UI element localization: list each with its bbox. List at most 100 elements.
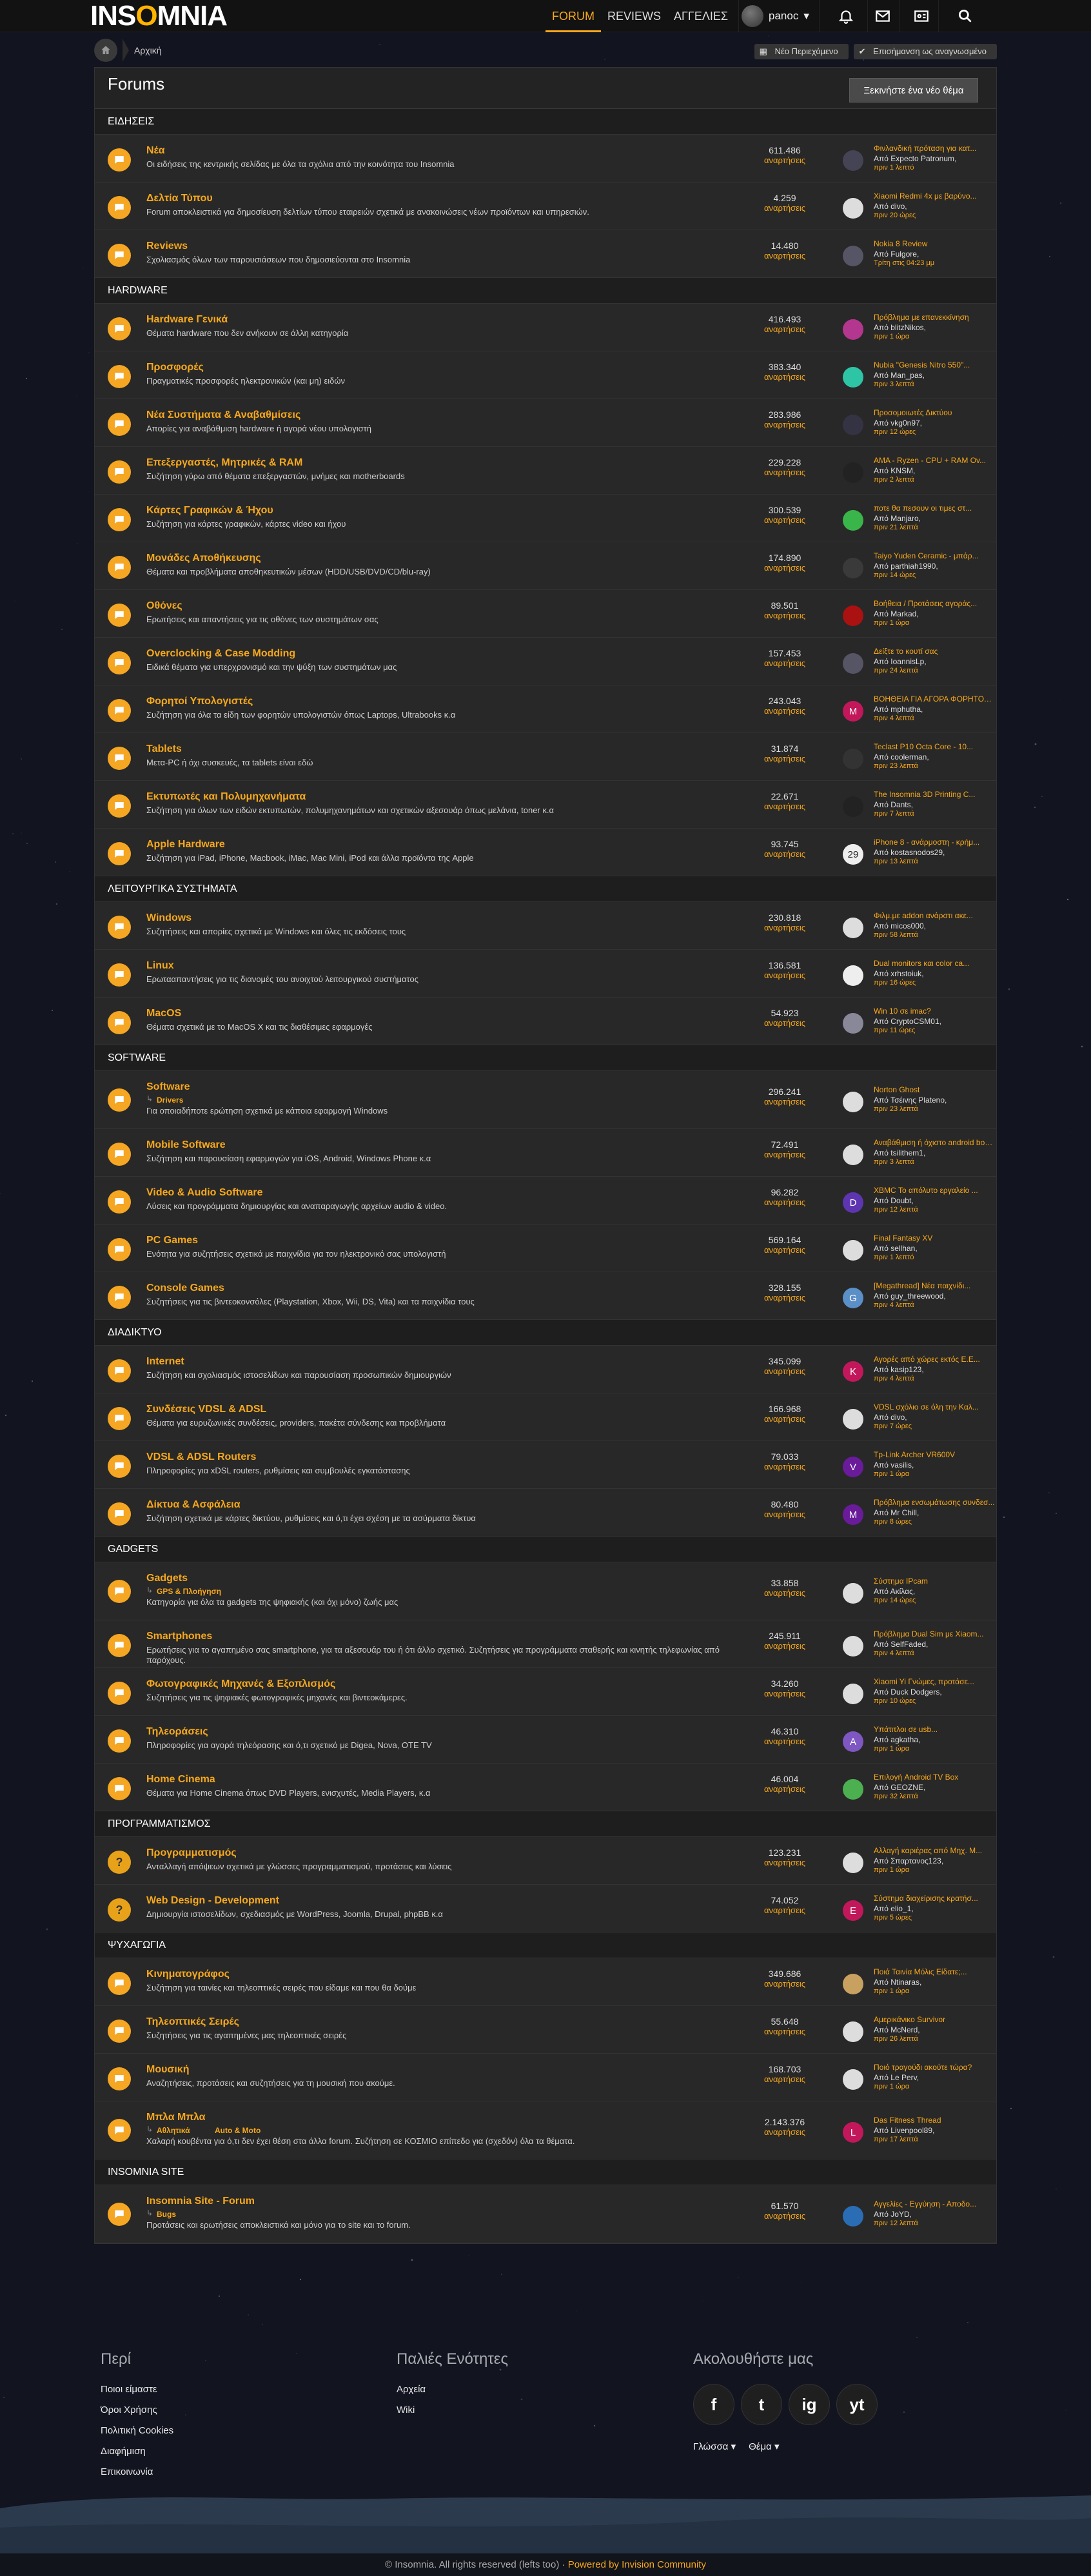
home-icon[interactable] — [94, 39, 117, 62]
bell-icon[interactable] — [835, 5, 857, 27]
last-post-author[interactable]: Από divo, — [874, 1413, 907, 1422]
forum-row[interactable]: Επεξεργαστές, Μητρικές & RAM Συζήτηση γύρ… — [95, 447, 996, 495]
search-icon[interactable] — [954, 5, 976, 27]
avatar[interactable]: V — [843, 1457, 863, 1477]
forum-row[interactable]: Νέα Οι ειδήσεις της κεντρικής σελίδας με … — [95, 135, 996, 182]
last-post-title[interactable]: Nubia "Genesis Nitro 550"... — [874, 360, 996, 369]
forum-row[interactable]: Windows Συζητήσεις και απορίες σχετικά με… — [95, 902, 996, 950]
last-post-title[interactable]: [Megathread] Νέα παιχνίδι... — [874, 1281, 996, 1290]
avatar[interactable] — [843, 1853, 863, 1873]
language-menu[interactable]: Γλώσσα ▾ — [693, 2441, 736, 2452]
forum-row[interactable]: Tablets Μετα-PC ή όχι συσκευές, τα tablet… — [95, 733, 996, 781]
last-post-title[interactable]: Προσομοιωτές Δικτύου — [874, 408, 996, 417]
forum-title[interactable]: Κάρτες Γραφικών & Ήχου — [146, 505, 273, 516]
category-header[interactable]: ΠΡΟΓΡΑΜΜΑΤΙΣΜΟΣ — [95, 1811, 996, 1837]
forum-title[interactable]: Επεξεργαστές, Μητρικές & RAM — [146, 457, 302, 469]
forum-title[interactable]: Software — [146, 1081, 190, 1093]
last-post-author[interactable]: Από mphutha, — [874, 705, 923, 714]
avatar[interactable] — [843, 749, 863, 769]
last-post-title[interactable]: Πρόβλημα Dual Sim με Xiaom... — [874, 1629, 996, 1638]
forum-title[interactable]: Reviews — [146, 241, 188, 252]
avatar[interactable] — [843, 558, 863, 578]
avatar[interactable] — [843, 965, 863, 986]
forum-row[interactable]: Μπλα Μπλα ↳ Αθλητικά Auto & Moto Χαλαρή κουβ… — [95, 2101, 996, 2159]
forum-title[interactable]: Overclocking & Case Modding — [146, 648, 295, 660]
last-post-title[interactable]: Φιλμ.με addon ανάρστι ακε... — [874, 911, 996, 920]
last-post-author[interactable]: Από Σπαρτανος123, — [874, 1856, 943, 1865]
category-header[interactable]: ΛΕΙΤΟΥΡΓΙΚΑ ΣΥΣΤΗΜΑΤΑ — [95, 876, 996, 902]
forum-row[interactable]: Μουσική Αναζητήσεις, προτάσεις και συζητή… — [95, 2054, 996, 2101]
forum-title[interactable]: Home Cinema — [146, 1774, 215, 1785]
mark-read-button[interactable]: ✔ Επισήμανση ως αναγνωσμένο — [853, 44, 997, 59]
last-post-title[interactable]: Das Fitness Thread — [874, 2116, 996, 2125]
last-post-author[interactable]: Από Duck Dodgers, — [874, 1687, 942, 1696]
last-post-title[interactable]: Αναβάθμιση ή όχιστο android boot... — [874, 1138, 996, 1147]
forum-title[interactable]: MacOS — [146, 1008, 181, 1019]
footer-link-contact[interactable]: Επικοινωνία — [101, 2466, 359, 2477]
last-post-author[interactable]: Από guy_threewood, — [874, 1292, 946, 1301]
avatar[interactable] — [843, 1684, 863, 1704]
forum-title[interactable]: Εκτυπωτές και Πολυμηχανήματα — [146, 791, 306, 803]
subforum-link[interactable]: Drivers — [157, 1096, 183, 1105]
forum-title[interactable]: Νέα Συστήματα & Αναβαθμίσεις — [146, 409, 300, 421]
forum-title[interactable]: Προγραμματισμός — [146, 1847, 237, 1859]
forum-title[interactable]: Κινηματογράφος — [146, 1969, 230, 1980]
forum-row[interactable]: Μονάδες Αποθήκευσης Θέματα και προβλήματα… — [95, 542, 996, 590]
forum-row[interactable]: Οθόνες Ερωτήσεις και απαντήσεις για τις ο… — [95, 590, 996, 638]
footer-link-cookies[interactable]: Πολιτική Cookies — [101, 2425, 359, 2436]
last-post-author[interactable]: Από kostasnodos29, — [874, 848, 945, 857]
forum-row[interactable]: Linux Ερωτααπαντήσεις για τις διανομές το… — [95, 950, 996, 998]
footer-link-about[interactable]: Ποιοι είμαστε — [101, 2384, 359, 2395]
last-post-author[interactable]: Από Dants, — [874, 800, 913, 809]
forum-row[interactable]: Home Cinema Θέματα για Home Cinema όπως D… — [95, 1764, 996, 1811]
last-post-title[interactable]: Υπάτιτλοι σε usb... — [874, 1725, 996, 1734]
last-post-author[interactable]: Από xrhstoiuk, — [874, 969, 924, 978]
last-post-author[interactable]: Από kasip123, — [874, 1365, 924, 1374]
forum-title[interactable]: Gadgets — [146, 1573, 188, 1584]
avatar[interactable]: M — [843, 1504, 863, 1525]
category-header[interactable]: INSOMNIA SITE — [95, 2159, 996, 2185]
forum-row[interactable]: Τηλεοράσεις Πληροφορίες για αγορά τηλεόρα… — [95, 1716, 996, 1764]
last-post-author[interactable]: Από parthiah1990, — [874, 562, 938, 571]
avatar[interactable]: D — [843, 1192, 863, 1213]
last-post-title[interactable]: Δείξτε το κουτί σας — [874, 647, 996, 656]
last-post-title[interactable]: Nokia 8 Review — [874, 239, 996, 248]
last-post-author[interactable]: Από Manjaro, — [874, 514, 921, 523]
last-post-title[interactable]: Πρόβλημα με επανεκκίνηση — [874, 313, 996, 322]
forum-row[interactable]: ? Προγραμματισμός Ανταλλαγή απόψεων σχετικ… — [95, 1837, 996, 1885]
last-post-author[interactable]: Από Markad, — [874, 609, 919, 618]
forum-title[interactable]: Μουσική — [146, 2064, 190, 2076]
last-post-author[interactable]: Από Mr Chill, — [874, 1508, 919, 1517]
subforum-link[interactable]: GPS & Πλοήγηση — [157, 1587, 221, 1596]
last-post-title[interactable]: Xiaomi Redmi 4x με βαρύνο... — [874, 192, 996, 201]
last-post-title[interactable]: Win 10 σε imac? — [874, 1007, 996, 1016]
last-post-author[interactable]: Από coolerman, — [874, 752, 929, 762]
forum-title[interactable]: Δελτία Τύπου — [146, 193, 213, 204]
category-header[interactable]: SOFTWARE — [95, 1045, 996, 1071]
forum-title[interactable]: Νέα — [146, 145, 165, 157]
forum-row[interactable]: ? Web Design - Development Δημιουργία ιστο… — [95, 1885, 996, 1932]
mail-icon[interactable] — [872, 5, 894, 27]
avatar[interactable]: L — [843, 2122, 863, 2143]
forum-title[interactable]: Console Games — [146, 1283, 224, 1294]
last-post-title[interactable]: ποτε θα πεσουν οι τιμες στ... — [874, 504, 996, 513]
nav-reviews[interactable]: REVIEWS — [601, 0, 667, 32]
last-post-title[interactable]: Taiyo Yuden Ceramic - μπάρ... — [874, 551, 996, 560]
powered-by-link[interactable]: Powered by Invision Community — [568, 2559, 706, 2570]
forum-title[interactable]: Smartphones — [146, 1631, 212, 1642]
forum-title[interactable]: Μπλα Μπλα — [146, 2112, 206, 2123]
breadcrumb-home[interactable]: Αρχική — [134, 45, 162, 55]
last-post-author[interactable]: Από divo, — [874, 202, 907, 211]
forum-title[interactable]: Συνδέσεις VDSL & ADSL — [146, 1404, 266, 1415]
nav-classifieds[interactable]: ΑΓΓΕΛΙΕΣ — [667, 0, 734, 32]
forum-row[interactable]: Φωτογραφικές Μηχανές & Εξοπλισμός Συζητήσ… — [95, 1668, 996, 1716]
forum-row[interactable]: Hardware Γενικά Θέματα hardware που δεν α… — [95, 304, 996, 351]
last-post-author[interactable]: Από JoYD, — [874, 2210, 912, 2219]
forum-title[interactable]: VDSL & ADSL Routers — [146, 1451, 256, 1463]
footer-link-archive[interactable]: Αρχεία — [397, 2384, 654, 2395]
last-post-title[interactable]: ΒΟΗΘΕΙΑ ΓΙΑ ΑΓΟΡΑ ΦΟΡΗΤΟΥ ... — [874, 694, 996, 703]
last-post-title[interactable]: Tp-Link Archer VR600V — [874, 1450, 996, 1459]
forum-title[interactable]: Web Design - Development — [146, 1895, 279, 1907]
last-post-title[interactable]: Ποιό τραγούδι ακούτε τώρα? — [874, 2063, 996, 2072]
avatar[interactable] — [843, 1779, 863, 1800]
